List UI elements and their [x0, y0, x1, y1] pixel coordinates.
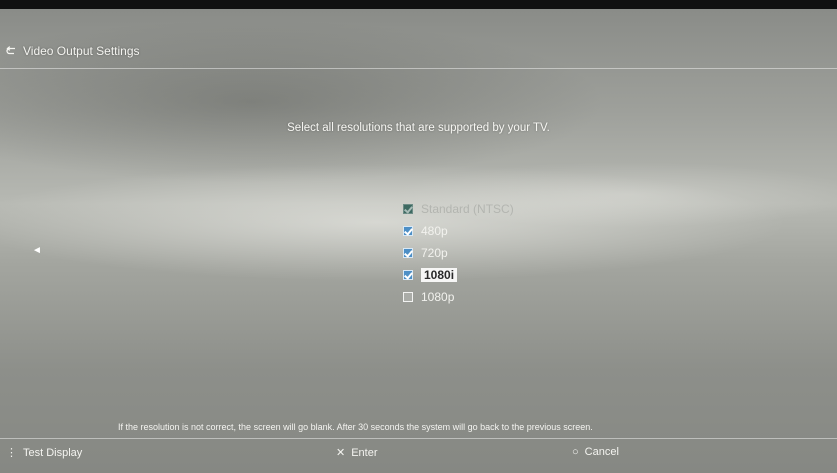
- checkbox-1080p[interactable]: [403, 291, 413, 302]
- circle-button-icon: ○: [572, 446, 579, 458]
- option-label-selected: 1080i: [421, 267, 458, 282]
- checkbox-1080i[interactable]: [403, 269, 413, 280]
- footer-divider: [0, 438, 837, 439]
- cross-button-icon: ✕: [336, 447, 346, 459]
- checkbox-480p[interactable]: [403, 225, 413, 236]
- option-label: 720p: [421, 245, 448, 260]
- test-display-label: Test Display: [23, 446, 83, 459]
- resolution-options-list: Standard (NTSC) 480p 720p 1080i 1080p: [403, 201, 514, 304]
- option-standard-ntsc: Standard (NTSC): [403, 201, 514, 216]
- instruction-text: Select all resolutions that are supporte…: [287, 122, 550, 134]
- test-display-button[interactable]: ⋮ Test Display: [6, 446, 83, 460]
- footer-warning-text: If the resolution is not correct, the sc…: [118, 422, 593, 432]
- cancel-button[interactable]: ○ Cancel: [572, 446, 619, 458]
- option-1080p[interactable]: 1080p: [403, 289, 514, 304]
- checkbox-standard-ntsc: [403, 203, 413, 214]
- checkbox-720p[interactable]: [403, 247, 413, 258]
- option-label: 1080p: [421, 289, 455, 304]
- option-720p[interactable]: 720p: [403, 245, 514, 260]
- option-1080i[interactable]: 1080i: [403, 267, 514, 282]
- triangle-button-icon: ⋮: [6, 447, 17, 459]
- header-divider: [0, 68, 837, 69]
- option-480p[interactable]: 480p: [403, 223, 514, 238]
- page-header: Video Output Settings: [6, 44, 140, 58]
- back-arrow-icon[interactable]: [6, 46, 17, 56]
- enter-label: Enter: [351, 446, 378, 459]
- enter-button[interactable]: ✕ Enter: [336, 446, 378, 460]
- cancel-label: Cancel: [584, 446, 619, 458]
- left-arrow-icon: ◄: [32, 245, 42, 256]
- option-label: 480p: [421, 223, 448, 238]
- option-label: Standard (NTSC): [421, 201, 514, 216]
- video-output-settings-screen: Video Output Settings Select all resolut…: [0, 9, 837, 473]
- page-title: Video Output Settings: [23, 44, 140, 58]
